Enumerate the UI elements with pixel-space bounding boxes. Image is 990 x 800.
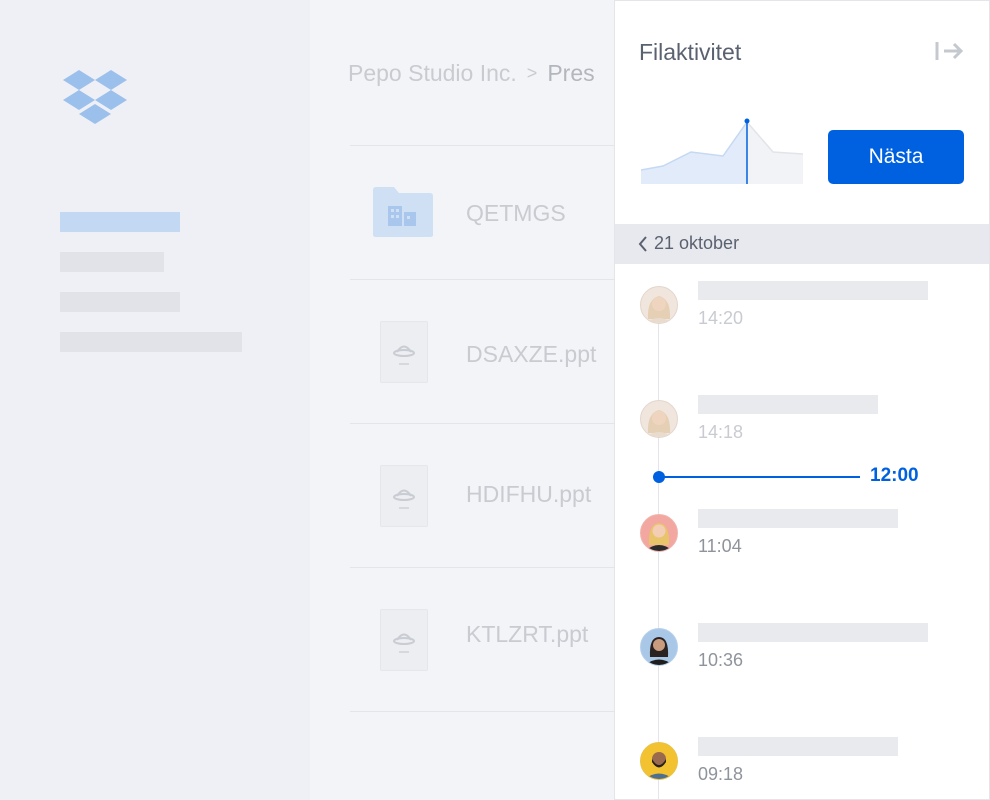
sidebar-item[interactable] xyxy=(60,252,164,272)
presentation-file-icon xyxy=(380,321,428,383)
breadcrumb-parent[interactable]: Pepo Studio Inc. xyxy=(348,60,517,86)
avatar xyxy=(640,514,678,552)
collapse-panel-icon[interactable] xyxy=(935,39,965,68)
dropbox-logo-icon[interactable] xyxy=(63,70,129,131)
date-label: 21 oktober xyxy=(654,233,740,253)
breadcrumb: Pepo Studio Inc. > Pres xyxy=(348,60,595,87)
avatar xyxy=(640,286,678,324)
sidebar xyxy=(0,0,310,800)
sidebar-item[interactable] xyxy=(60,332,242,352)
activity-placeholder xyxy=(698,395,878,414)
activity-time: 10:36 xyxy=(698,650,744,670)
breadcrumb-current[interactable]: Pres xyxy=(547,60,594,86)
sidebar-item-active[interactable] xyxy=(60,212,180,232)
file-name[interactable]: QETMGS xyxy=(466,200,566,227)
file-name[interactable]: DSAXZE.ppt xyxy=(466,341,596,368)
activity-time: 14:18 xyxy=(698,422,744,442)
file-activity-panel: Filaktivitet Nästa 21 oktober 14:20 14:1… xyxy=(614,0,990,800)
activity-placeholder xyxy=(698,509,898,528)
shared-folder-icon xyxy=(372,186,434,243)
avatar xyxy=(640,400,678,438)
file-name[interactable]: HDIFHU.ppt xyxy=(466,481,591,508)
current-time-label: 12:00 xyxy=(870,465,919,486)
next-button[interactable]: Nästa xyxy=(828,130,964,184)
breadcrumb-separator: > xyxy=(526,63,538,83)
activity-placeholder xyxy=(698,281,928,300)
chevron-left-icon[interactable] xyxy=(638,235,648,258)
sidebar-item[interactable] xyxy=(60,292,180,312)
file-name[interactable]: KTLZRT.ppt xyxy=(466,621,588,648)
avatar xyxy=(640,742,678,780)
date-header[interactable]: 21 oktober xyxy=(615,224,989,264)
presentation-file-icon xyxy=(380,465,428,527)
panel-title: Filaktivitet xyxy=(639,39,742,65)
activity-time: 11:04 xyxy=(698,536,742,556)
activity-placeholder xyxy=(698,623,928,642)
activity-sparkline-chart[interactable] xyxy=(640,116,805,191)
current-time-line xyxy=(663,476,860,478)
activity-time: 14:20 xyxy=(698,308,744,328)
presentation-file-icon xyxy=(380,609,428,671)
activity-time: 09:18 xyxy=(698,764,744,784)
avatar xyxy=(640,628,678,666)
activity-placeholder xyxy=(698,737,898,756)
